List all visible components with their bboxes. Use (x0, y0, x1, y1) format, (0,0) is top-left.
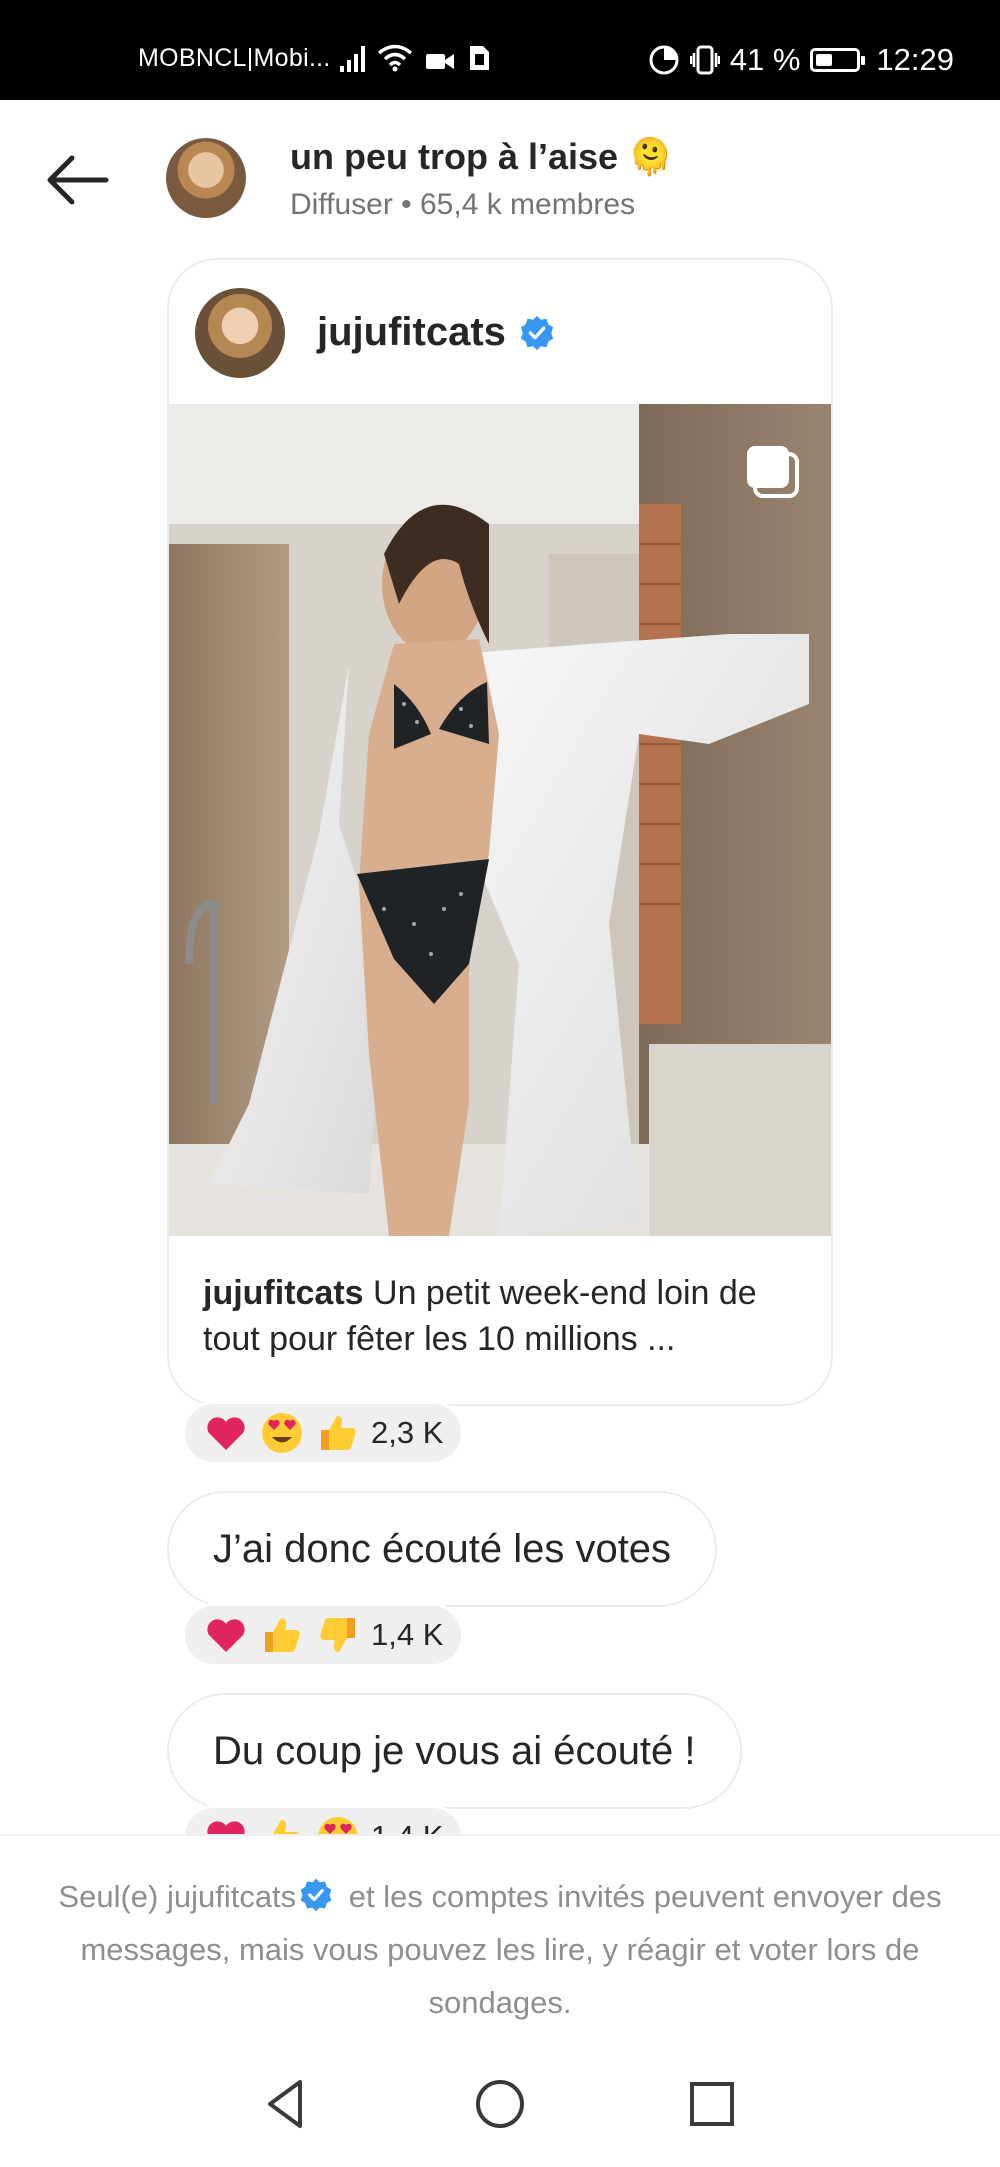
post-reactions[interactable]: 2,3 K (182, 1401, 465, 1465)
message-text: Du coup je vous ai écouté ! (213, 1728, 696, 1773)
reaction-count: 1,4 K (371, 1617, 444, 1652)
system-navigation-bar (0, 2034, 1000, 2167)
channel-header: un peu trop à l’aise 🫠 Diffuser • 65,4 k… (0, 100, 1000, 250)
vibrate-icon (689, 45, 720, 75)
multiple-photos-icon (747, 446, 799, 498)
thumbs-up-icon (265, 1618, 300, 1652)
thumbs-down-icon (320, 1618, 355, 1652)
battery-icon (810, 48, 866, 72)
back-arrow-icon[interactable] (42, 150, 112, 210)
heart-icon (207, 1619, 245, 1652)
carrier-name: MOBNCL|Mobi... (138, 44, 331, 72)
message-bubble[interactable]: J’ai donc écouté les votes (167, 1491, 718, 1607)
verified-badge-icon (520, 315, 554, 350)
post-caption[interactable]: jujufitcats Un petit week-end loin de to… (203, 1270, 803, 1362)
video-call-icon (426, 54, 454, 69)
status-bar: MOBNCL|Mobi... 4 41 % 12:29 (0, 0, 1000, 100)
post-author[interactable]: jujufitcats (317, 310, 556, 355)
message-bubble[interactable]: Du coup je vous ai écouté ! (167, 1693, 742, 1809)
nav-home-icon[interactable] (470, 2074, 530, 2134)
heart-eyes-icon (262, 1413, 302, 1453)
channel-title[interactable]: un peu trop à l’aise 🫠 (290, 136, 673, 178)
thumbs-up-icon (321, 1416, 356, 1450)
nav-recents-icon[interactable] (682, 2074, 742, 2134)
message-reactions[interactable]: 1,4 K (182, 1603, 465, 1667)
caption-username: jujufitcats (203, 1274, 364, 1312)
post-author-avatar[interactable] (195, 288, 285, 378)
channel-avatar[interactable] (166, 138, 246, 218)
message-text: J’ai donc écouté les votes (213, 1526, 672, 1571)
channel-subtitle: Diffuser • 65,4 k membres (290, 188, 636, 221)
post-photo[interactable] (169, 404, 831, 1236)
notice-part1: Seul(e) jujufitcats (58, 1879, 297, 1914)
status-icons-left (340, 44, 491, 72)
data-saver-icon: 4 (649, 45, 679, 75)
reaction-count: 2,3 K (371, 1415, 444, 1450)
post-photo-illustration (169, 404, 831, 1236)
heart-icon (207, 1417, 245, 1450)
signal-icon (340, 44, 365, 72)
notice-text: Seul(e) jujufitcats et les comptes invit… (40, 1870, 960, 2029)
battery-percent: 41 % (729, 42, 801, 77)
clock: 12:29 (876, 42, 954, 77)
sim-icon (470, 46, 489, 70)
wifi-icon (377, 44, 413, 72)
nav-back-icon[interactable] (256, 2074, 316, 2134)
verified-badge-icon (300, 1878, 332, 1912)
broadcast-notice: Seul(e) jujufitcats et les comptes invit… (0, 1834, 1000, 2034)
svg-text:4: 4 (657, 54, 665, 69)
shared-post-card[interactable]: jujufitcats jujufitcats Un petit week-en… (167, 258, 833, 1406)
status-icons-right: 4 41 % 12:29 (648, 42, 954, 78)
post-username: jujufitcats (317, 310, 506, 354)
